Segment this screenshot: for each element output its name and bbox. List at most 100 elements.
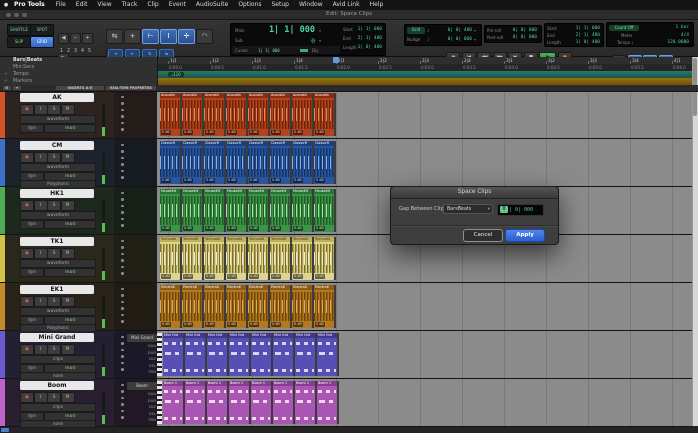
track-view-selector[interactable]: waveform <box>20 163 96 173</box>
clip[interactable]: Boom 1 <box>273 381 293 424</box>
insert-slot-dot[interactable] <box>121 211 124 214</box>
insert-slot-dot[interactable] <box>121 205 124 208</box>
track-record-button[interactable]: ● <box>20 296 34 307</box>
clip[interactable]: ElectroK0 dB <box>292 285 312 328</box>
clip-gain-badge[interactable]: 0 dB <box>315 322 325 327</box>
insert-slot-dot[interactable] <box>121 224 124 227</box>
menu-window[interactable]: Window <box>294 0 328 10</box>
clip-gain-badge[interactable]: 0 dB <box>205 322 215 327</box>
track-name[interactable]: CM <box>20 141 94 150</box>
clip-gain-badge[interactable]: 0 dB <box>249 274 259 279</box>
selection-length-value[interactable]: 1| 0| 480 <box>349 45 382 50</box>
clip[interactable]: Acoustic0 dB <box>182 93 202 136</box>
clip-gain-badge[interactable]: 0 dB <box>205 274 215 279</box>
clip[interactable]: ElectroK0 dB <box>270 285 290 328</box>
track-automation-selector[interactable]: read <box>44 124 96 134</box>
clip[interactable]: TechnoKt0 dB <box>182 237 202 280</box>
clip-gain-badge[interactable]: 0 dB <box>227 226 237 231</box>
add-tempo-icon[interactable]: + <box>4 72 8 77</box>
clip-gain-badge[interactable]: 0 dB <box>227 130 237 135</box>
post-roll-value[interactable]: 0| 0| 000 <box>505 35 537 40</box>
track-mute-button[interactable]: M <box>61 296 75 307</box>
clip-gain-badge[interactable]: 0 dB <box>249 226 259 231</box>
insert-slot-dot[interactable] <box>121 96 124 99</box>
track-solo-button[interactable]: S <box>47 392 61 403</box>
clip-gain-badge[interactable]: 0 dB <box>205 178 215 183</box>
clip[interactable]: ElectroK0 dB <box>160 285 180 328</box>
grid-dropdown-icon[interactable]: ▾ <box>474 28 476 33</box>
clip-gain-badge[interactable]: 0 dB <box>293 178 303 183</box>
track-name[interactable]: TK1 <box>20 237 94 246</box>
insert-slot-dot[interactable] <box>121 246 124 249</box>
cancel-button[interactable]: Cancel <box>463 229 503 242</box>
clip-gain-badge[interactable]: 0 dB <box>161 322 171 327</box>
clip-gain-badge[interactable]: 0 dB <box>315 274 325 279</box>
insert-slot-dot[interactable] <box>121 416 124 419</box>
grid-note-icon[interactable]: ♪ <box>427 28 430 33</box>
pre-roll-value[interactable]: 0| 0| 000 <box>505 28 537 33</box>
track-dyn-selector[interactable]: dyn <box>20 268 44 278</box>
insert-slot-dot[interactable] <box>121 342 124 345</box>
tempo-value[interactable]: 120.0000 <box>649 40 689 45</box>
clip[interactable]: ClassicR0 dB <box>248 141 268 184</box>
insert-slot-dot[interactable] <box>121 320 124 323</box>
menu-help[interactable]: Help <box>365 0 389 10</box>
clip[interactable]: HouseKit0 dB <box>204 189 224 232</box>
clip-gain-badge[interactable]: 0 dB <box>249 130 259 135</box>
clip[interactable]: ClassicR0 dB <box>182 141 202 184</box>
menu-event[interactable]: Event <box>164 0 191 10</box>
menu-track[interactable]: Track <box>117 0 143 10</box>
mode-spot-button[interactable]: SPOT <box>30 24 54 36</box>
track-extra-selector[interactable]: none <box>20 420 96 428</box>
edit-window-view-icon[interactable]: ⊞ <box>3 86 11 91</box>
track-view-selector[interactable]: waveform <box>20 307 96 317</box>
track-input-button[interactable]: I <box>34 344 48 355</box>
track-view-selector[interactable]: waveform <box>20 211 96 221</box>
main-counter-dropdown-icon[interactable]: ▾ <box>319 28 321 33</box>
gap-value-highlight[interactable]: 0 <box>500 206 508 213</box>
insert-slot-dot[interactable] <box>121 115 124 118</box>
clip[interactable]: TechnoKt0 dB <box>248 237 268 280</box>
clip[interactable]: ElectroK0 dB <box>182 285 202 328</box>
rtp-column-header[interactable]: REAL-TIME PROPERTIES <box>106 86 156 91</box>
track-input-button[interactable]: I <box>34 200 48 211</box>
clip-gain-badge[interactable]: 0 dB <box>315 130 325 135</box>
insert-slot-dot[interactable] <box>121 163 124 166</box>
clip[interactable]: ClassicR0 dB <box>226 141 246 184</box>
insert-plugin-chip[interactable]: Boom <box>126 381 158 391</box>
track-solo-button[interactable]: S <box>47 296 61 307</box>
selection-start-value[interactable]: 1| 1| 000 <box>349 27 382 32</box>
playhead-marker[interactable] <box>333 57 339 63</box>
track-view-selector[interactable]: waveform <box>20 259 96 269</box>
clip[interactable]: ClassicR0 dB <box>292 141 312 184</box>
clip[interactable]: HouseKit0 dB <box>160 189 180 232</box>
clip[interactable]: HouseKit0 dB <box>270 189 290 232</box>
ruler-markers-label[interactable]: Markers <box>13 79 32 84</box>
view-dropdown-icon[interactable]: ▾ <box>13 86 21 91</box>
clip[interactable]: TechnoKt0 dB <box>226 237 246 280</box>
track-input-button[interactable]: I <box>34 392 48 403</box>
clip[interactable]: TechnoKt0 dB <box>292 237 312 280</box>
insert-slot-dot[interactable] <box>121 259 124 262</box>
insert-slot-dot[interactable] <box>121 109 124 112</box>
clip[interactable]: TechnoKt0 dB <box>314 237 334 280</box>
mode-slip-button[interactable]: SLIP <box>7 36 31 48</box>
zoom-preset-2[interactable]: 2 <box>65 48 72 54</box>
nudge-value[interactable]: 0| 0| 060 <box>439 37 472 42</box>
track-solo-button[interactable]: S <box>47 200 61 211</box>
ruler-minsecs-label[interactable]: Min:Secs <box>13 65 34 70</box>
clip[interactable]: ElectroK0 dB <box>314 285 334 328</box>
t-end-value[interactable]: 2| 1| 480 <box>567 33 600 38</box>
track-dyn-selector[interactable]: dyn <box>20 124 44 134</box>
insert-slot-dot[interactable] <box>121 410 124 413</box>
clip[interactable]: HouseKit0 dB <box>248 189 268 232</box>
clip-gain-badge[interactable]: 0 dB <box>249 178 259 183</box>
clip[interactable]: ClassicR0 dB <box>270 141 290 184</box>
track-record-button[interactable]: ● <box>20 104 34 115</box>
insert-slot-dot[interactable] <box>121 301 124 304</box>
main-counter-value[interactable]: 1| 1| 000 <box>253 25 315 35</box>
clip[interactable]: Acoustic0 dB <box>204 93 224 136</box>
clip-gain-badge[interactable]: 0 dB <box>227 274 237 279</box>
count-off-button[interactable]: Count Off <box>609 25 639 31</box>
insert-slot-dot[interactable] <box>121 192 124 195</box>
